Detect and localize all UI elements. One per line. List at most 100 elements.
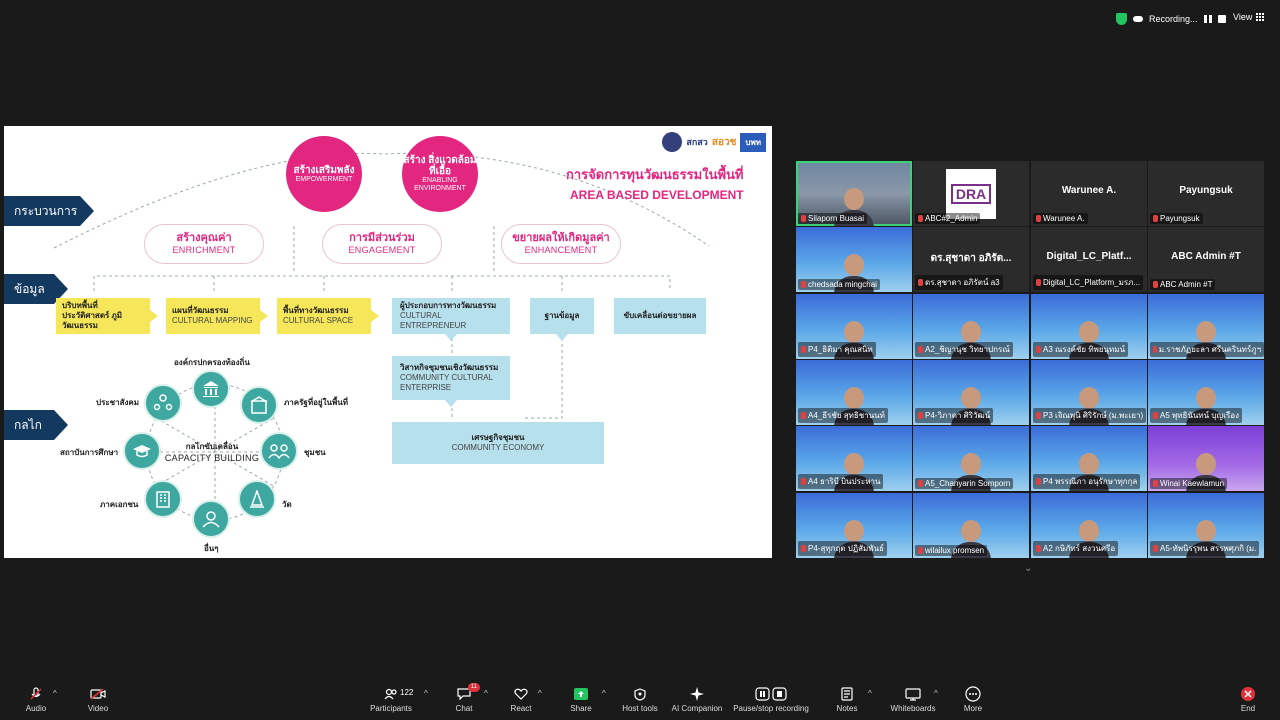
react-button[interactable]: React [508, 680, 534, 720]
share-caret-icon[interactable]: ^ [602, 689, 606, 698]
participant-tile[interactable]: A5 พุทธินันทน์ บุญเรือง [1148, 360, 1264, 425]
participant-tile[interactable]: A5_Chanyarin Somporn [913, 426, 1029, 491]
empowerment-en: EMPOWERMENT [295, 175, 353, 183]
video-button[interactable]: Video [84, 680, 112, 720]
end-label: End [1240, 704, 1256, 713]
participant-name-tag: A2 กษิภัทร์ สงวนศรีอ [1033, 541, 1119, 556]
stop-icon[interactable] [1217, 15, 1226, 23]
audio-caret-icon[interactable]: ^ [53, 689, 57, 698]
recording-indicator[interactable]: Recording... [1116, 12, 1226, 26]
participant-tile[interactable]: A4 ธาริบี บินประหาน [796, 426, 912, 491]
notes-caret-icon[interactable]: ^ [868, 689, 872, 698]
chat-button[interactable]: 11 Chat [452, 680, 480, 720]
muted-mic-icon [1036, 279, 1041, 286]
ai-companion-button[interactable]: AI Companion [670, 680, 724, 720]
muted-mic-icon [801, 412, 806, 419]
grid-icon [1256, 13, 1265, 21]
cultural-mapping-box: แผนที่วัฒนธรรม CULTURAL MAPPING [166, 298, 268, 334]
participant-name: A5_Chanyarin Somporn [925, 479, 1011, 488]
participant-tile[interactable]: P4-สุทุกฤต ปฏิสัมพันธ์ [796, 493, 912, 558]
chat-caret-icon[interactable]: ^ [484, 689, 488, 698]
pause-icon[interactable] [1203, 15, 1212, 23]
participant-name: Payungsuk [1160, 214, 1200, 223]
participants-button[interactable]: 122 Participants [368, 680, 414, 720]
participant-name-tag: ABC Admin #T [1150, 279, 1216, 290]
participant-name: A2 กษิภัทร์ สงวนศรีอ [1043, 544, 1116, 553]
share-label: Share [570, 704, 592, 713]
participants-caret-icon[interactable]: ^ [424, 689, 428, 698]
community-group-icon [260, 432, 298, 470]
graduation-cap-icon [123, 432, 161, 470]
muted-mic-icon [1036, 346, 1041, 353]
muted-mic-icon [1153, 215, 1158, 222]
participant-tile[interactable]: ABC Admin #T ABC Admin #T [1148, 227, 1264, 292]
muted-mic-icon [918, 346, 923, 353]
participant-tile[interactable]: wilailux promsen [913, 493, 1029, 558]
participant-name: ABC#2_Admin [925, 214, 978, 223]
community-economy-box: เศรษฐกิจชุมชน COMMUNITY ECONOMY [392, 422, 604, 464]
participant-big-name: Payungsuk [1179, 185, 1233, 196]
participant-name: Winai Kaewlamun [1160, 479, 1225, 488]
muted-mic-icon [1036, 545, 1041, 552]
participant-name-tag: A3 ณรงค์ชัย ทิพยนุทมน์ [1033, 342, 1129, 357]
participant-tile[interactable]: P3 เจิณพุนิ ศิริรักษ์ (ม.พะเยา) [1031, 360, 1147, 425]
participant-tile[interactable]: Payungsuk Payungsuk [1148, 161, 1264, 226]
participant-tile[interactable]: ม.ราชภัฏยะลา ศรีนครินทร์ภูฯ [1148, 294, 1264, 359]
participant-tile[interactable]: P4_ธิติมา คุณสนิท [796, 294, 912, 359]
participant-tile[interactable]: ดร.สุชาดา อภิรัต... ดร.สุชาดา อภิรัตน์ a3 [913, 227, 1029, 292]
end-button[interactable]: End [1236, 680, 1260, 720]
participant-name-tag: P4_ธิติมา คุณสนิท [798, 342, 876, 357]
react-label: React [510, 704, 532, 713]
audio-button[interactable]: Audio [22, 680, 50, 720]
sparkle-icon [689, 687, 705, 701]
whiteboards-button[interactable]: Whiteboards [888, 680, 938, 720]
pause-stop-recording-button[interactable]: Pause/stop recording [732, 680, 810, 720]
cultural-space-th: พื้นที่ทางวัฒนธรรม [283, 306, 349, 315]
react-caret-icon[interactable]: ^ [538, 689, 542, 698]
notes-button[interactable]: Notes [834, 680, 860, 720]
participant-name-tag: P4-วิภาดา ศิริวัฒน์ [915, 408, 994, 423]
participant-name-tag: ม.ราชภัฏยะลา ศรีนครินทร์ภูฯ [1150, 342, 1264, 357]
enrichment-en: ENRICHMENT [172, 245, 236, 255]
participants-count: 122 [400, 688, 414, 697]
participant-name-tag: A5_Chanyarin Somporn [915, 478, 1014, 489]
chevron-down-icon[interactable]: ⌄ [1024, 563, 1034, 574]
community-economy-th: เศรษฐกิจชุมชน [471, 433, 525, 442]
participant-tile[interactable]: P4-วิภาดา ศิริวัฒน์ [913, 360, 1029, 425]
participant-tile[interactable]: P4 พรรณิภา อนุรักษาทุกกุล [1031, 426, 1147, 491]
participant-tile[interactable]: Silaporn Buasai [796, 161, 912, 226]
enhancement-en: ENHANCEMENT [524, 245, 598, 255]
chat-icon: 11 [456, 683, 480, 701]
host-tools-button[interactable]: Host tools [620, 680, 660, 720]
notes-label: Notes [836, 704, 858, 713]
participant-name-tag: A5-ทัพนิรรุพน สรรพศุภกิ (ม. [1150, 541, 1260, 556]
participant-tile[interactable]: A4_ธีรชัย สุทธิชานนท์ [796, 360, 912, 425]
participant-tile[interactable]: DRA ABC#2_Admin [913, 161, 1029, 226]
participant-big-name: ABC Admin #T [1171, 251, 1241, 262]
participant-name: wilailux promsen [925, 546, 985, 555]
participant-tile[interactable]: Digital_LC_Platf... Digital_LC_Platform_ม… [1031, 227, 1147, 292]
muted-mic-icon [1036, 215, 1041, 222]
participant-name-tag: wilailux promsen [915, 545, 988, 556]
actor-education: สถาบันการศึกษา [60, 448, 119, 457]
participant-tile[interactable]: A2_ชิญานุช วิทยาปกรณ์ [913, 294, 1029, 359]
participant-name: A4_ธีรชัย สุทธิชานนท์ [808, 411, 885, 420]
temple-icon [238, 480, 276, 518]
participant-tile[interactable]: A3 ณรงค์ชัย ทิพยนุทมน์ [1031, 294, 1147, 359]
participant-name-tag: Winai Kaewlamun [1150, 478, 1228, 489]
recording-label: Recording... [1149, 14, 1198, 24]
view-button[interactable]: View [1233, 12, 1265, 22]
chat-label: Chat [455, 704, 473, 713]
share-button[interactable]: Share [568, 680, 594, 720]
participant-tile[interactable]: A2 กษิภัทร์ สงวนศรีอ [1031, 493, 1147, 558]
whiteboards-caret-icon[interactable]: ^ [934, 689, 938, 698]
participant-tile[interactable]: Warunee A. Warunee A. [1031, 161, 1147, 226]
ai-companion-label: AI Companion [671, 704, 723, 713]
participant-logo: DRA [946, 169, 996, 219]
participant-tile[interactable]: Winai Kaewlamun [1148, 426, 1264, 491]
participant-tile[interactable]: chedsada mingchai [796, 227, 912, 292]
actor-local-sector: ภาครัฐที่อยู่ในพื้นที่ [284, 398, 348, 407]
cultural-space-box: พื้นที่ทางวัฒนธรรม CULTURAL SPACE [277, 298, 379, 334]
more-button[interactable]: More [960, 680, 986, 720]
participant-tile[interactable]: A5-ทัพนิรรุพน สรรพศุภกิ (ม. [1148, 493, 1264, 558]
